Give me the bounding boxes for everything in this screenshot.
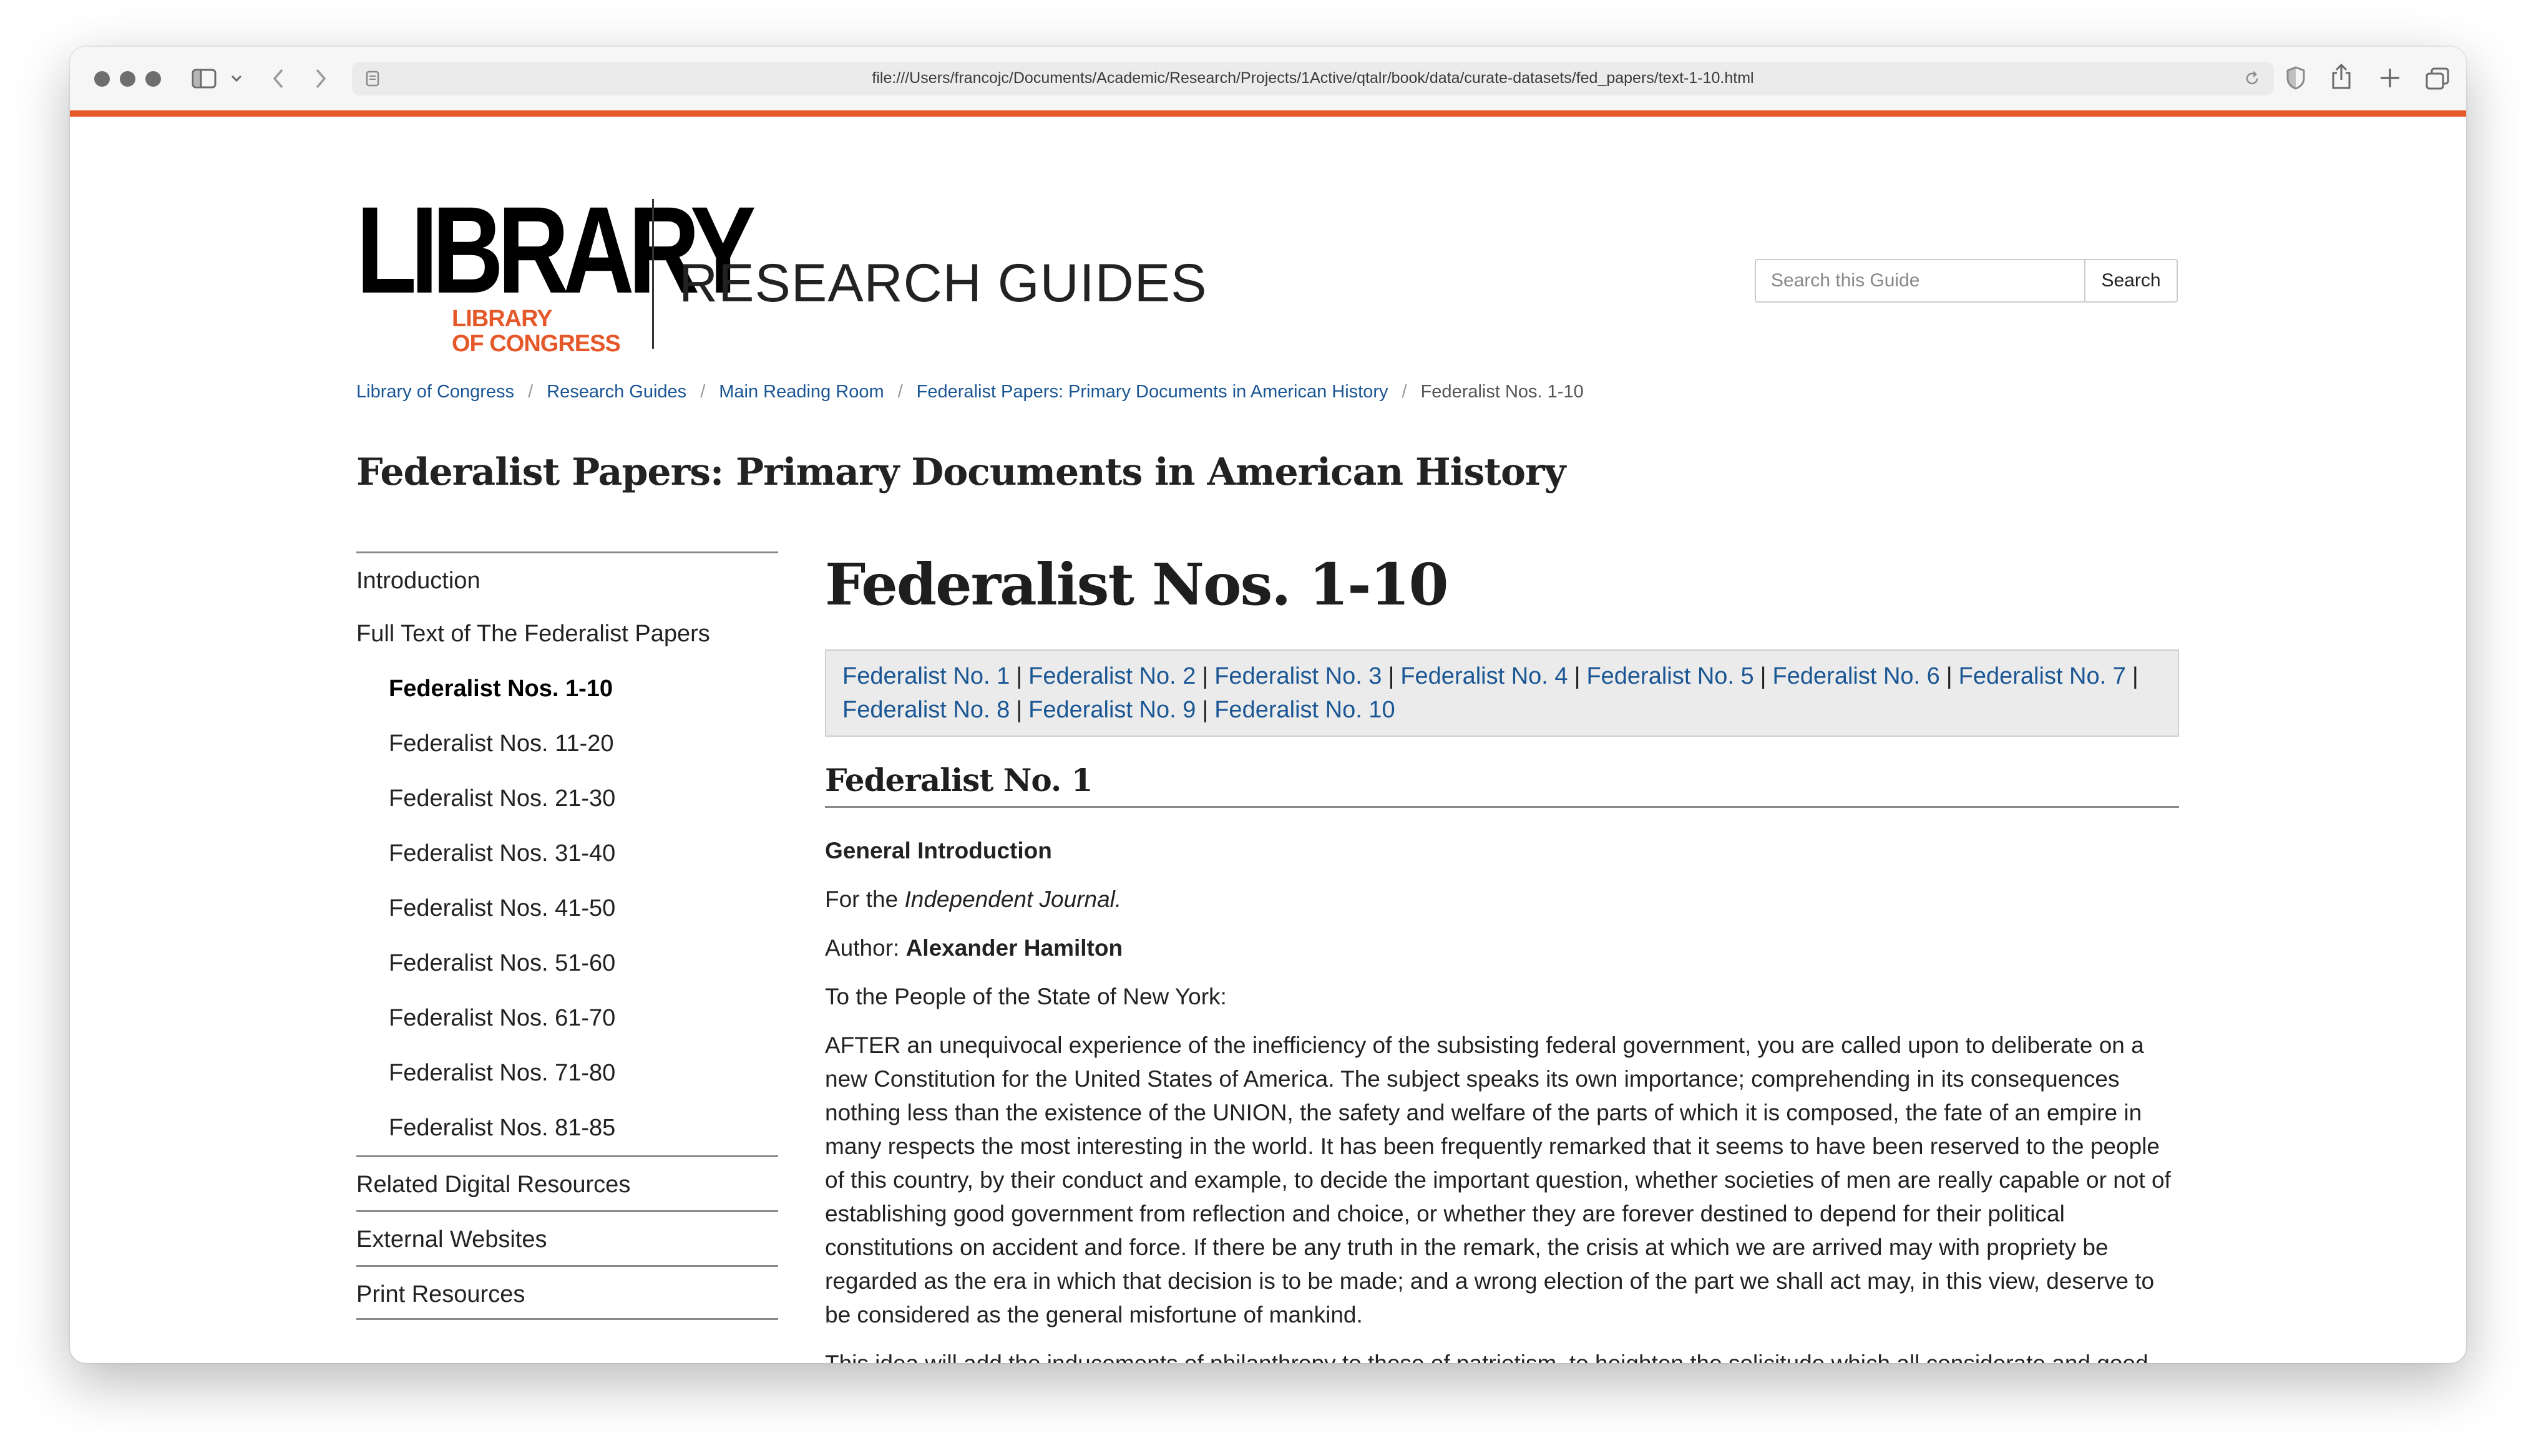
sidebar-item-nos-31-40[interactable]: Federalist Nos. 31-40: [356, 826, 778, 881]
jump-link-no-6[interactable]: Federalist No. 6: [1773, 663, 1940, 689]
sidebar-item-related-digital-resources[interactable]: Related Digital Resources: [356, 1155, 778, 1210]
publication-prefix: For the: [825, 886, 905, 912]
sidebar-item-nos-81-85[interactable]: Federalist Nos. 81-85: [356, 1100, 778, 1155]
breadcrumb-library-of-congress[interactable]: Library of Congress: [356, 382, 514, 402]
search-button[interactable]: Search: [2085, 259, 2178, 303]
new-tab-plus-icon[interactable]: [2379, 67, 2401, 89]
link-separator: |: [1202, 663, 1209, 689]
breadcrumb: Library of Congress / Research Guides / Main…: [356, 382, 1584, 402]
jump-link-no-2[interactable]: Federalist No. 2: [1028, 663, 1196, 689]
jump-links-row: Federalist No. 8 | Federalist No. 9 | Federa…: [842, 693, 2162, 727]
sidebar-item-nos-61-70[interactable]: Federalist Nos. 61-70: [356, 991, 778, 1046]
guide-search-input[interactable]: [1755, 259, 2085, 303]
guide-title: Federalist Papers: Primary Documents in …: [356, 450, 1566, 494]
chevron-down-icon[interactable]: [231, 75, 242, 82]
sidebar-item-nos-11-20[interactable]: Federalist Nos. 11-20: [356, 716, 778, 771]
link-separator: |: [2132, 663, 2139, 689]
minimize-window-button[interactable]: [120, 71, 135, 87]
breadcrumb-separator: /: [528, 382, 534, 402]
breadcrumb-federalist-papers[interactable]: Federalist Papers: Primary Documents in …: [917, 382, 1388, 402]
sidebar-item-introduction[interactable]: Introduction: [356, 551, 778, 606]
jump-link-no-8[interactable]: Federalist No. 8: [842, 697, 1010, 723]
sidebar-toggle-icon[interactable]: [192, 67, 217, 90]
jump-link-no-9[interactable]: Federalist No. 9: [1028, 697, 1196, 723]
logo-divider: [652, 199, 654, 349]
library-of-congress-logo-text[interactable]: LIBRARY OF CONGRESS: [452, 306, 664, 356]
jump-link-no-10[interactable]: Federalist No. 10: [1214, 697, 1395, 723]
tab-overview-icon[interactable]: [2425, 67, 2450, 90]
author-line: Author: Alexander Hamilton: [825, 931, 2179, 965]
link-separator: |: [1388, 663, 1395, 689]
page-title: Federalist Nos. 1-10: [825, 551, 1449, 618]
link-separator: |: [1016, 663, 1023, 689]
page-content: LIBRARY LIBRARY OF CONGRESS RESEARCH GUI…: [70, 117, 2466, 1363]
jump-link-no-3[interactable]: Federalist No. 3: [1214, 663, 1382, 689]
site-accent-bar: [70, 110, 2466, 117]
sidebar-item-nos-71-80[interactable]: Federalist Nos. 71-80: [356, 1046, 778, 1100]
sidebar-item-nos-41-50[interactable]: Federalist Nos. 41-50: [356, 881, 778, 936]
salutation: To the People of the State of New York:: [825, 983, 1227, 1009]
author-prefix: Author:: [825, 934, 906, 961]
federalist-jump-links: Federalist No. 1 | Federalist No. 2 | Federa…: [825, 649, 2179, 737]
library-logo-wordmark[interactable]: LIBRARY: [356, 188, 756, 312]
breadcrumb-separator: /: [1402, 382, 1407, 402]
article-subtitle: General Introduction: [825, 837, 1052, 863]
paragraph-1: AFTER an unequivocal experience of the i…: [825, 1032, 2171, 1327]
address-bar[interactable]: file:///Users/francojc/Documents/Academi…: [352, 62, 2274, 95]
breadcrumb-research-guides[interactable]: Research Guides: [547, 382, 686, 402]
browser-window: file:///Users/francojc/Documents/Academi…: [70, 47, 2466, 1363]
logo-line-1: LIBRARY: [452, 306, 552, 332]
jump-links-row: Federalist No. 1 | Federalist No. 2 | Federa…: [842, 659, 2162, 693]
breadcrumb-separator: /: [700, 382, 706, 402]
jump-link-no-4[interactable]: Federalist No. 4: [1400, 663, 1568, 689]
sidebar-item-nos-51-60[interactable]: Federalist Nos. 51-60: [356, 936, 778, 991]
guide-side-nav: Introduction Full Text of The Federalist…: [356, 551, 778, 1320]
sidebar-item-nos-1-10[interactable]: Federalist Nos. 1-10: [356, 661, 778, 716]
link-separator: |: [1760, 663, 1767, 689]
article-body: General Introduction For the Independent…: [825, 834, 2179, 1364]
sidebar-item-nos-21-30[interactable]: Federalist Nos. 21-30: [356, 771, 778, 826]
paragraph-2: This idea will add the inducements of ph…: [825, 1350, 2148, 1364]
jump-link-no-7[interactable]: Federalist No. 7: [1959, 663, 2126, 689]
link-separator: |: [1574, 663, 1581, 689]
breadcrumb-main-reading-room[interactable]: Main Reading Room: [719, 382, 884, 402]
publication-name: Independent Journal.: [904, 886, 1122, 912]
publication-line: For the Independent Journal.: [825, 883, 2179, 916]
sidebar-item-print-resources[interactable]: Print Resources: [356, 1265, 778, 1320]
close-window-button[interactable]: [94, 71, 110, 87]
back-arrow-icon[interactable]: [271, 67, 286, 90]
breadcrumb-separator: /: [897, 382, 903, 402]
link-separator: |: [1946, 663, 1953, 689]
forward-arrow-icon[interactable]: [313, 67, 328, 90]
privacy-shield-icon[interactable]: [2285, 66, 2306, 90]
browser-toolbar: file:///Users/francojc/Documents/Academi…: [70, 47, 2466, 112]
share-icon[interactable]: [2330, 63, 2353, 90]
breadcrumb-current: Federalist Nos. 1-10: [1420, 382, 1584, 402]
research-guides-title[interactable]: RESEARCH GUIDES: [679, 253, 1207, 314]
logo-line-2: OF CONGRESS: [452, 331, 621, 357]
sidebar-item-external-websites[interactable]: External Websites: [356, 1210, 778, 1265]
jump-link-no-5[interactable]: Federalist No. 5: [1586, 663, 1753, 689]
author-name: Alexander Hamilton: [905, 934, 1123, 961]
address-url: file:///Users/francojc/Documents/Academi…: [872, 69, 1754, 87]
zoom-window-button[interactable]: [145, 71, 161, 87]
reload-icon[interactable]: [2244, 70, 2260, 87]
sidebar-item-full-text[interactable]: Full Text of The Federalist Papers: [356, 606, 778, 661]
link-separator: |: [1202, 697, 1209, 723]
jump-link-no-1[interactable]: Federalist No. 1: [842, 663, 1010, 689]
main-content: Federalist Nos. 1-10 Federalist No. 1 | Fe…: [825, 547, 2179, 1363]
link-separator: |: [1016, 697, 1023, 723]
section-heading: Federalist No. 1: [825, 762, 2179, 808]
